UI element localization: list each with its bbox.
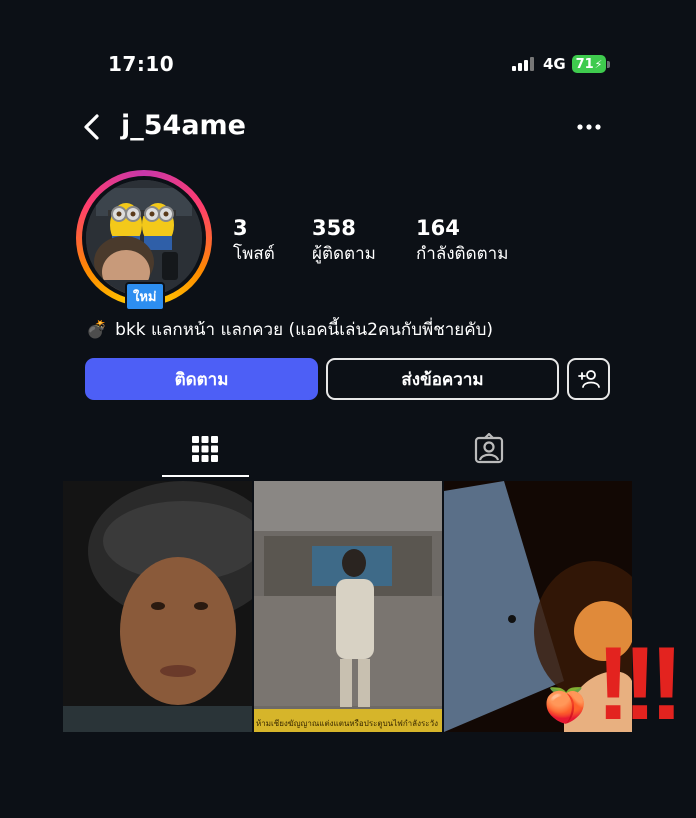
network-type: 4G — [543, 55, 566, 73]
suggest-people-button[interactable] — [567, 358, 610, 400]
post-caption-strip: ห้ามเชียงฆัญญาณแต่งแตนหรือประตูบนไฟกำลัง… — [256, 719, 438, 728]
stat-followers[interactable]: 358 ผู้ติดตาม — [312, 216, 376, 267]
stat-followers-count: 358 — [312, 216, 356, 240]
back-arrow-icon[interactable] — [80, 113, 104, 141]
post-image — [254, 481, 442, 732]
stat-following[interactable]: 164 กำลังติดตาม — [416, 216, 508, 267]
peach-emoji: 🍑 — [544, 686, 587, 726]
stat-posts[interactable]: 3 โพสต์ — [233, 216, 275, 267]
stat-following-count: 164 — [416, 216, 460, 240]
status-time: 17:10 — [108, 52, 175, 76]
active-tab-indicator — [162, 475, 249, 477]
more-options-icon[interactable] — [576, 118, 602, 136]
battery-indicator: 71 ⚡ — [572, 55, 606, 73]
follow-button[interactable]: ติดตาม — [85, 358, 318, 400]
exclamation-overlay: !!! — [596, 626, 684, 742]
bio-text: bkk แลกหน้า แลกควย (แอคนี้เล่น2คนกับพี่ช… — [115, 320, 494, 340]
stat-following-label: กำลังติดตาม — [416, 244, 509, 264]
avatar-image — [86, 180, 202, 296]
battery-tip — [607, 61, 610, 68]
message-button[interactable]: ส่งข้อความ — [326, 358, 559, 400]
charging-bolt-icon: ⚡ — [594, 57, 603, 71]
avatar[interactable] — [86, 180, 202, 296]
post-thumbnail-2[interactable]: ห้ามเชียงฆัญญาณแต่งแตนหรือประตูบนไฟกำลัง… — [254, 481, 442, 732]
stat-posts-count: 3 — [233, 216, 248, 240]
stat-followers-label: ผู้ติดตาม — [312, 244, 376, 264]
bomb-emoji: 💣 — [86, 319, 108, 340]
grid-icon[interactable] — [192, 434, 218, 464]
stat-posts-label: โพสต์ — [233, 244, 275, 264]
profile-username: j_54ame — [121, 110, 246, 141]
cellular-signal-icon — [512, 57, 534, 71]
post-image — [63, 481, 252, 732]
new-badge: ใหม่ — [125, 282, 165, 311]
post-thumbnail-1[interactable] — [63, 481, 252, 732]
add-person-icon — [577, 370, 600, 388]
battery-level: 71 — [575, 56, 594, 72]
profile-bio: 💣 bkk แลกหน้า แลกควย (แอคนี้เล่น2คนกับพี… — [86, 316, 493, 343]
tagged-icon[interactable] — [473, 433, 505, 465]
